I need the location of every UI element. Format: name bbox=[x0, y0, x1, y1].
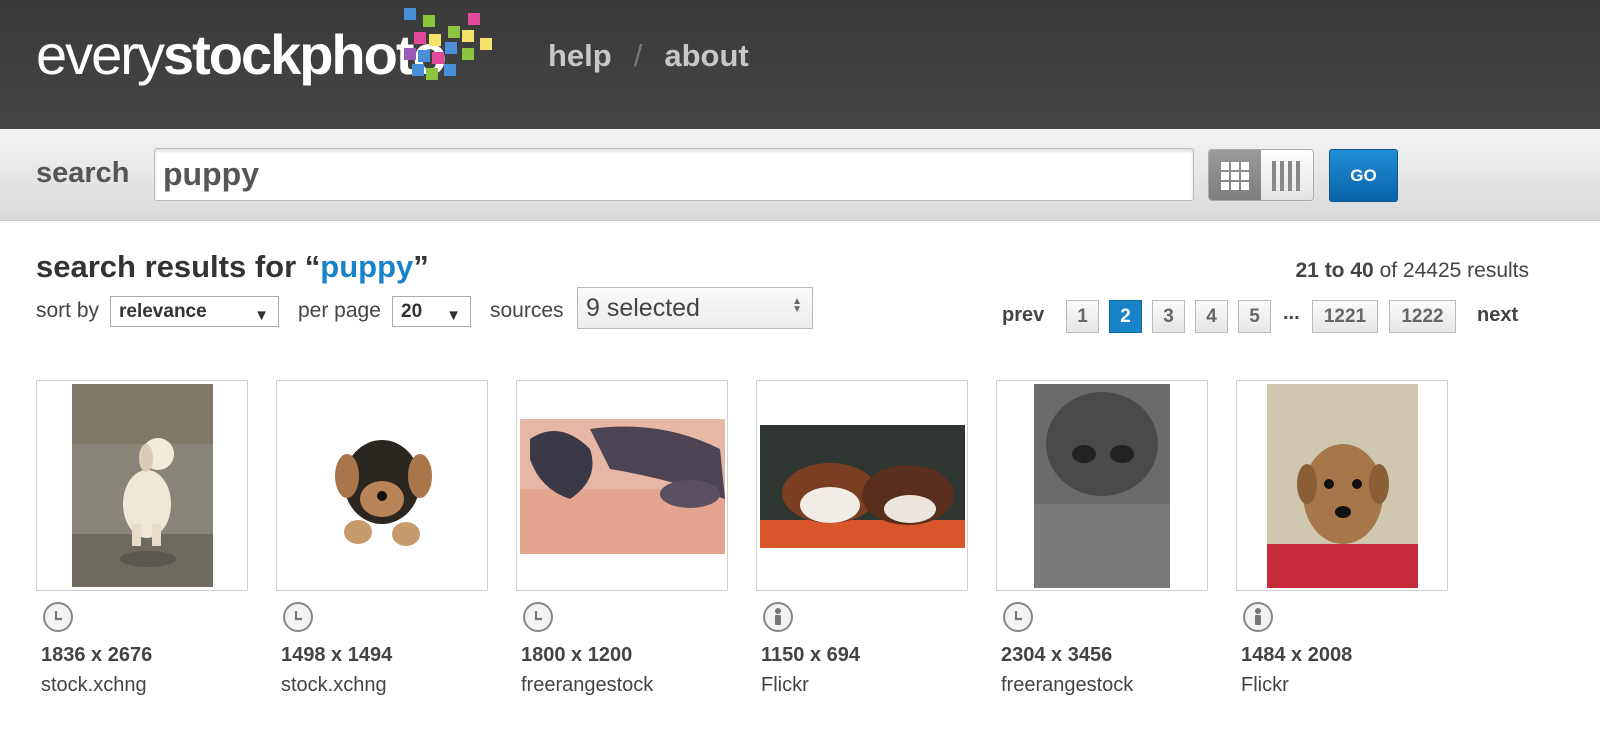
result-card: 1498 x 1494 stock.xchng bbox=[276, 380, 488, 696]
result-thumbnail[interactable] bbox=[276, 380, 488, 591]
view-toggle bbox=[1208, 149, 1314, 201]
search-label: search bbox=[36, 157, 130, 189]
image-source-link[interactable]: freerangestock bbox=[1001, 674, 1133, 697]
page-1222-button[interactable]: 1222 bbox=[1389, 300, 1456, 333]
image-dimensions: 1800 x 1200 bbox=[521, 644, 633, 666]
result-card: 1836 x 2676 stock.xchng bbox=[36, 380, 248, 696]
search-input[interactable] bbox=[154, 148, 1194, 201]
column-view-icon bbox=[1272, 161, 1300, 191]
logo-mosaic-icon bbox=[404, 8, 504, 88]
image-dimensions: 2304 x 3456 bbox=[1001, 644, 1113, 666]
image-source-link[interactable]: freerangestock bbox=[521, 674, 653, 697]
page-1221-button[interactable]: 1221 bbox=[1312, 300, 1378, 333]
results-query: puppy bbox=[320, 249, 414, 284]
person-license-icon[interactable] bbox=[1243, 602, 1273, 632]
column-view-button[interactable] bbox=[1261, 150, 1313, 200]
result-thumbnail[interactable] bbox=[996, 380, 1208, 591]
result-thumbnail[interactable] bbox=[516, 380, 728, 591]
page-3-button[interactable]: 3 bbox=[1152, 300, 1185, 333]
result-card: 1150 x 694 Flickr bbox=[756, 380, 968, 696]
clock-license-icon[interactable] bbox=[1003, 602, 1033, 632]
page-2-button[interactable]: 2 bbox=[1109, 300, 1142, 333]
image-source-link[interactable]: Flickr bbox=[1241, 674, 1289, 697]
logo-text: everystockphoto bbox=[36, 23, 447, 86]
page-1-button[interactable]: 1 bbox=[1066, 300, 1099, 333]
yorkie-puppy-image bbox=[280, 384, 485, 589]
results-heading: search results for “puppy” bbox=[36, 249, 429, 284]
image-source-link[interactable]: stock.xchng bbox=[41, 674, 147, 697]
page-5-button[interactable]: 5 bbox=[1238, 300, 1271, 333]
grid-view-icon bbox=[1221, 162, 1249, 190]
image-source-link[interactable]: stock.xchng bbox=[281, 674, 387, 697]
nav-separator: / bbox=[633, 38, 643, 73]
pager-ellipsis: ... bbox=[1283, 302, 1300, 324]
result-card: 1800 x 1200 freerangestock bbox=[516, 380, 728, 696]
image-dimensions: 1836 x 2676 bbox=[41, 644, 153, 666]
result-card: 1484 x 2008 Flickr bbox=[1236, 380, 1448, 696]
go-button[interactable]: GO bbox=[1329, 149, 1398, 202]
top-header: everystockphoto help / about bbox=[0, 0, 1600, 129]
clock-license-icon[interactable] bbox=[43, 602, 73, 632]
pagination: prev 1 2 3 4 5 ... 1221 1222 next bbox=[0, 300, 1600, 334]
clock-license-icon[interactable] bbox=[283, 602, 313, 632]
result-thumbnail[interactable] bbox=[756, 380, 968, 591]
search-bar: search GO bbox=[0, 129, 1600, 221]
image-dimensions: 1150 x 694 bbox=[761, 644, 860, 666]
image-dimensions: 1484 x 2008 bbox=[1241, 644, 1353, 666]
clock-license-icon[interactable] bbox=[523, 602, 553, 632]
result-thumbnail[interactable] bbox=[36, 380, 248, 591]
wet-dog-image bbox=[1267, 384, 1418, 588]
result-thumbnail[interactable] bbox=[1236, 380, 1448, 591]
nav-help-link[interactable]: help bbox=[548, 38, 612, 73]
puppy-on-beach-image bbox=[72, 384, 213, 587]
prev-page-link[interactable]: prev bbox=[1002, 304, 1044, 327]
page-4-button[interactable]: 4 bbox=[1195, 300, 1228, 333]
nav-about-link[interactable]: about bbox=[664, 38, 748, 73]
dog-nose-image bbox=[1034, 384, 1170, 588]
results-count: 21 to 40 of 24425 results bbox=[1295, 259, 1530, 282]
top-nav: help / about bbox=[548, 38, 749, 74]
person-license-icon[interactable] bbox=[763, 602, 793, 632]
result-card: 2304 x 3456 freerangestock bbox=[996, 380, 1208, 696]
sleeping-dog-image bbox=[520, 419, 725, 554]
grid-view-button[interactable] bbox=[1209, 150, 1261, 200]
next-page-link[interactable]: next bbox=[1477, 304, 1518, 327]
image-source-link[interactable]: Flickr bbox=[761, 674, 809, 697]
sleeping-puppies-image bbox=[760, 425, 965, 548]
image-dimensions: 1498 x 1494 bbox=[281, 644, 393, 666]
